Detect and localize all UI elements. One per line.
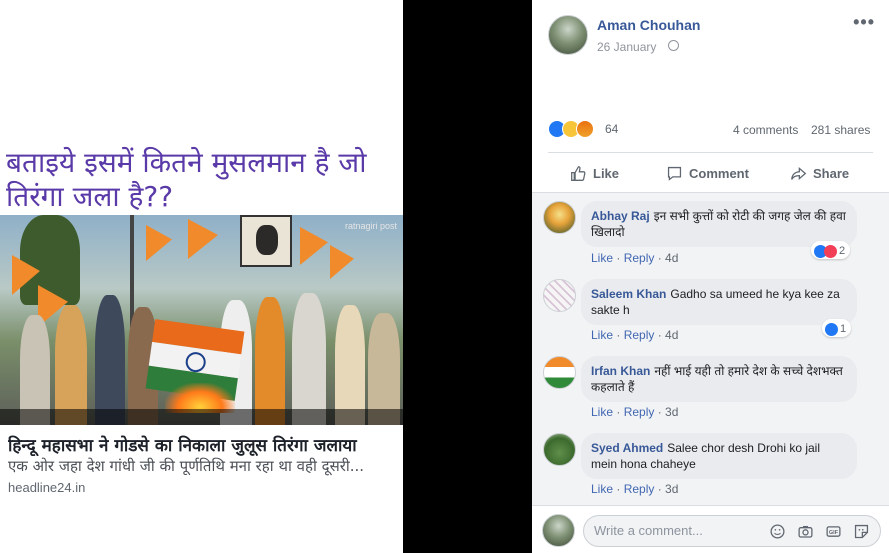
commenter-avatar[interactable] xyxy=(543,279,576,312)
comment-like-link[interactable]: Like xyxy=(591,405,613,419)
comment-reaction-count: 1 xyxy=(840,323,847,335)
share-button[interactable]: Share xyxy=(790,161,849,185)
portrait-photo xyxy=(240,215,292,267)
comment-reply-link[interactable]: Reply xyxy=(624,482,655,496)
commenter-name[interactable]: Irfan Khan xyxy=(591,364,650,378)
comment-reply-link[interactable]: Reply xyxy=(624,328,655,342)
comment-bubble: Syed Ahmed Salee chor desh Drohi ko jail … xyxy=(581,433,857,479)
like-reaction-icon xyxy=(825,322,838,336)
commenter-name[interactable]: Syed Ahmed xyxy=(591,441,663,455)
news-title: हिन्दू महासभा ने गोडसे का निकाला जुलूस त… xyxy=(8,436,357,456)
comment-time[interactable]: 4d xyxy=(665,251,678,265)
comment-meta: Like · Reply · 4d xyxy=(591,251,679,265)
author-name[interactable]: Aman Chouhan xyxy=(597,17,700,33)
saffron-flag xyxy=(300,227,328,265)
reaction-count[interactable]: 64 xyxy=(605,122,618,136)
comment-composer: GIF xyxy=(532,505,889,553)
person-figure xyxy=(55,305,87,425)
reactions-summary: 64 4 comments 281 shares xyxy=(548,119,877,141)
scene-caption-strip xyxy=(0,409,403,425)
comment-bubble: Irfan Khan नहीं भाई यही तो हमारे देश के स… xyxy=(581,356,857,402)
camera-icon[interactable] xyxy=(797,523,814,540)
sticker-icon[interactable] xyxy=(853,523,870,540)
comment-meta: Like · Reply · 3d xyxy=(591,405,679,419)
commenter-avatar[interactable] xyxy=(543,201,576,234)
globe-icon xyxy=(668,40,679,51)
commenter-name[interactable]: Abhay Raj xyxy=(591,209,650,223)
commenter-name[interactable]: Saleem Khan xyxy=(591,287,666,301)
person-figure xyxy=(292,293,326,425)
protest-scene-image: ratnagiri post xyxy=(0,215,403,425)
comment-input[interactable] xyxy=(594,523,764,538)
comment-icon xyxy=(667,166,682,181)
photo-viewer: बताइये इसमें कितने मुसलमान है जो तिरंगा … xyxy=(0,0,889,553)
like-button[interactable]: Like xyxy=(570,161,619,185)
person-figure xyxy=(335,305,365,425)
shared-photo[interactable]: बताइये इसमें कितने मुसलमान है जो तिरंगा … xyxy=(0,0,403,553)
share-button-label: Share xyxy=(813,165,850,181)
comment-like-link[interactable]: Like xyxy=(591,328,613,342)
comment-like-link[interactable]: Like xyxy=(591,251,613,265)
photo-blank-area xyxy=(0,0,403,130)
comment-reactions[interactable]: 1 xyxy=(822,319,852,337)
person-figure xyxy=(255,297,285,425)
comment-time[interactable]: 4d xyxy=(665,328,678,342)
comment-reaction-count: 2 xyxy=(839,245,846,257)
author-avatar[interactable] xyxy=(548,15,588,55)
post-date[interactable]: 26 January xyxy=(597,40,656,54)
commenter-avatar[interactable] xyxy=(543,433,576,466)
comment-button-label: Comment xyxy=(689,165,749,181)
comment-input-box[interactable]: GIF xyxy=(583,515,881,547)
comment-reactions[interactable]: 2 xyxy=(811,241,851,259)
comment-time[interactable]: 3d xyxy=(665,405,678,419)
current-user-avatar[interactable] xyxy=(542,514,575,547)
comment-reply-link[interactable]: Reply xyxy=(624,251,655,265)
like-button-label: Like xyxy=(593,165,620,181)
comment-bubble: Abhay Raj इन सभी कुत्तों को रोटी की जगह ज… xyxy=(581,201,857,247)
news-card[interactable]: हिन्दू महासभा ने गोडसे का निकाला जुलूस त… xyxy=(0,425,403,553)
saffron-flag xyxy=(330,245,354,279)
scene-watermark: ratnagiri post xyxy=(344,221,397,231)
person-figure xyxy=(95,295,125,425)
comments-list: Abhay Raj इन सभी कुत्तों को रोटी की जगह ज… xyxy=(532,192,889,505)
post-panel: Aman Chouhan 26 January ••• 64 4 comment… xyxy=(532,0,889,553)
commenter-avatar[interactable] xyxy=(543,356,576,389)
share-icon xyxy=(791,166,807,180)
svg-text:GIF: GIF xyxy=(829,530,839,536)
comment-button[interactable]: Comment xyxy=(666,161,749,185)
comment-meta: Like · Reply · 3d xyxy=(591,482,679,496)
saffron-flag xyxy=(146,225,172,261)
news-description: एक ओर जहा देश गांधी जी की पूर्णतिथि मना … xyxy=(8,457,365,475)
saffron-flag xyxy=(188,219,218,259)
news-domain: headline24.in xyxy=(8,480,86,495)
photo-headline-text: बताइये इसमें कितने मुसलमान है जो तिरंगा … xyxy=(6,146,367,213)
love-reaction-icon xyxy=(824,244,837,258)
gif-icon[interactable]: GIF xyxy=(825,523,842,540)
comments-count-link[interactable]: 4 comments xyxy=(733,123,798,137)
comment-meta: Like · Reply · 4d xyxy=(591,328,679,342)
comment-bubble: Saleem Khan Gadho sa umeed he kya kee za … xyxy=(581,279,857,325)
shares-count-link[interactable]: 281 shares xyxy=(811,123,870,137)
post-action-bar: Like Comment Share xyxy=(548,152,873,192)
emoji-icon[interactable] xyxy=(769,523,786,540)
comment-time[interactable]: 3d xyxy=(665,482,678,496)
thumbs-up-icon xyxy=(571,165,586,181)
comment-like-link[interactable]: Like xyxy=(591,482,613,496)
more-options-button[interactable]: ••• xyxy=(853,12,875,33)
angry-reaction-icon[interactable] xyxy=(576,120,594,138)
comment-reply-link[interactable]: Reply xyxy=(624,405,655,419)
